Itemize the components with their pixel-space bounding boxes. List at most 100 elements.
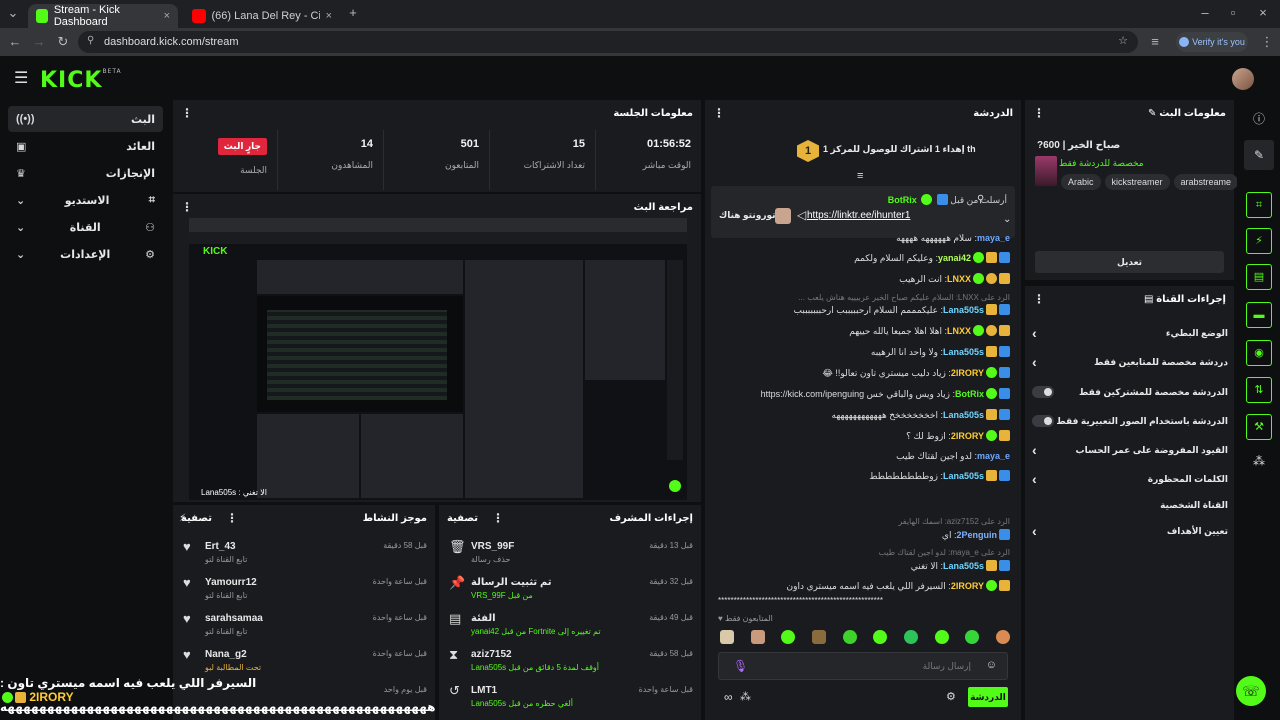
site-info-icon[interactable]: ⚲ <box>87 35 94 46</box>
bookmark-star-icon[interactable]: ☆ <box>1118 34 1128 47</box>
list-item[interactable]: 📌 تم تثبيت الرسالة من قبل VRS_99F قبل 32… <box>439 573 701 609</box>
more-options-icon[interactable]: ⋮ <box>492 511 504 525</box>
list-item[interactable]: ♥ sarahsamaa تابع القناة لتو قبل ساعة وا… <box>173 609 435 645</box>
chevron-down-icon[interactable]: ⌄ <box>1003 214 1011 225</box>
emote-icon[interactable] <box>934 630 949 644</box>
chat-message[interactable]: 2IRORY: زياد دليب ميستري تاون تعالو!! 😂 <box>718 367 1010 379</box>
emote-icon[interactable] <box>903 630 918 644</box>
more-options-icon[interactable]: ⋮ <box>226 511 238 525</box>
window-close-icon[interactable]: × <box>1254 4 1272 22</box>
pinned-link[interactable]: https://linktr.ee/ihunter1 <box>807 210 910 221</box>
more-options-icon[interactable]: ⋮ <box>713 106 725 120</box>
prediction-icon[interactable]: ⇅ <box>1246 377 1272 403</box>
chat-message[interactable]: LNXX: انت الرهيب <box>718 273 1010 285</box>
sidebar-item-achievements[interactable]: الإنجازات ♛ <box>8 160 163 186</box>
minimize-icon[interactable]: – <box>1196 4 1214 22</box>
chat-message[interactable]: Lana505s: الا تغني <box>718 560 1010 572</box>
more-options-icon[interactable]: ⋮ <box>181 200 193 214</box>
info-icon[interactable]: ⓘ <box>1250 110 1268 128</box>
sidebar-item-stream[interactable]: البث ((•)) <box>8 106 163 132</box>
chat-message[interactable]: Lana505s: عليكمممم السلام ارحبببببب ارحب… <box>718 304 1010 316</box>
broadcast-icon[interactable]: ◉ <box>1246 340 1272 366</box>
microphone-icon[interactable]: 🎙 <box>733 659 748 673</box>
collapse-icon[interactable]: ≡ <box>857 170 863 182</box>
category-thumbnail[interactable] <box>1035 156 1057 186</box>
infinity-icon[interactable]: ∞ <box>724 690 733 704</box>
list-item[interactable]: ↺ LMT1 ألغي حظره من قبل Lana505s قبل ساع… <box>439 681 701 717</box>
more-options-icon[interactable]: ⋮ <box>1033 106 1045 120</box>
browser-menu-icon[interactable]: ⋮ <box>1258 33 1276 51</box>
list-item[interactable]: 🗑 VRS_99F حذف رسالة قبل 13 دقيقة <box>439 537 701 573</box>
chat-bubble-icon[interactable]: ▬ <box>1246 302 1272 328</box>
list-item[interactable]: ♥ Yamourr12 تابع القناة لتو قبل ساعة واح… <box>173 573 435 609</box>
subscribers-only-action[interactable]: الدردشة مخصصة للمشتركين فقط <box>1032 381 1228 403</box>
restore-icon[interactable]: ▫ <box>1224 4 1242 22</box>
flash-icon[interactable]: ⚡ <box>1246 228 1272 254</box>
tab-kick-dashboard[interactable]: Stream - Kick Dashboard × <box>28 4 178 28</box>
chat-message[interactable]: maya_e: سلام ههههههه ههههه <box>718 233 1010 244</box>
subscribers-only-toggle[interactable] <box>1032 386 1054 398</box>
chat-message[interactable]: 2Penguin: اي <box>718 529 1010 541</box>
emotes-only-action[interactable]: الدردشة باستخدام الصور التعبيرية فقط <box>1032 410 1228 432</box>
slow-mode-action[interactable]: الوضع البطيء › <box>1032 322 1228 344</box>
stream-category[interactable]: مخصصة للدردشة فقط <box>1059 158 1144 169</box>
reload-icon[interactable]: ↻ <box>54 33 72 51</box>
support-chat-icon[interactable]: ☏ <box>1236 676 1266 706</box>
emote-icon[interactable] <box>842 630 857 644</box>
sidebar-item-channel[interactable]: ⚇ القناة ⌄ <box>8 214 163 240</box>
kick-logo[interactable]: KICKBETA <box>40 68 122 93</box>
emote-icon[interactable] <box>720 630 734 644</box>
apps-icon[interactable]: ⁂ <box>740 690 751 703</box>
pinned-message[interactable]: أرسلت من قبل BotRix https://linktr.ee/ih… <box>711 186 1015 238</box>
chat-input[interactable]: 🎙 إرسال رسالة ☺ <box>718 652 1008 680</box>
banned-words-action[interactable]: الكلمات المحظورة › <box>1032 468 1228 490</box>
user-avatar[interactable] <box>1232 68 1254 90</box>
emote-icon[interactable] <box>781 630 796 644</box>
apps-icon[interactable]: ⁂ <box>1250 454 1268 472</box>
stream-preview-video[interactable]: KICK Lana505s : الا تغني <box>189 218 687 500</box>
edit-stream-button[interactable]: تعديل <box>1035 251 1224 273</box>
more-options-icon[interactable]: ⋮ <box>181 106 193 120</box>
sidebar-item-studio[interactable]: ⌗ الاستديو ⌄ <box>8 187 163 213</box>
emote-icon[interactable] <box>873 630 888 644</box>
emote-icon[interactable] <box>965 630 980 644</box>
tab-youtube[interactable]: (66) Lana Del Rey - Cinnamon G × <box>184 4 340 28</box>
chat-message[interactable]: LNXX: اهلا اهلا جميعا يالله حييهم <box>718 325 1010 337</box>
chat-message[interactable]: yanai42: وعليكم السلام ولكمم <box>718 252 1010 264</box>
chat-message[interactable]: maya_e: لدو اجين لقتاك طيب <box>718 451 1010 462</box>
emotes-only-toggle[interactable] <box>1032 415 1054 427</box>
chat-message[interactable]: 2IRORY: ازوط لك ؟ <box>718 430 1010 442</box>
new-tab-icon[interactable]: + <box>344 4 362 22</box>
more-options-icon[interactable]: ⋮ <box>1033 292 1045 306</box>
forward-icon[interactable]: → <box>30 33 48 51</box>
sidebar-item-revenue[interactable]: العائد ▣ <box>8 133 163 159</box>
chat-message[interactable]: 2IRORY: السيرفر اللي يلعب فيه اسمه ميستر… <box>718 580 1010 592</box>
chat-message[interactable]: BotRix: زياد ويس والباقي خس https://kick… <box>718 388 1010 400</box>
poll-icon[interactable]: ▤ <box>1246 264 1272 290</box>
gear-icon[interactable]: ⚙ <box>946 690 956 703</box>
verify-button[interactable]: Verify it's you <box>1176 32 1248 52</box>
back-icon[interactable]: ← <box>6 33 24 51</box>
sidebar-item-settings[interactable]: ⚙ الإعدادات ⌄ <box>8 241 163 267</box>
pin-icon[interactable]: ⚲ <box>977 194 984 205</box>
filter-button[interactable]: تصفية <box>447 513 478 524</box>
hamburger-menu-icon[interactable]: ☰ <box>14 68 28 88</box>
followers-only-action[interactable]: دردشة مخصصة للمتابعين فقط › <box>1032 351 1228 373</box>
clip-icon[interactable]: ⌗ <box>1246 192 1272 218</box>
list-item[interactable]: ▤ الفئة تم تغييره إلى Fortnite من قبل ya… <box>439 609 701 645</box>
emote-icon[interactable] <box>750 630 765 644</box>
chat-message[interactable]: Lana505s: زوطططططططط <box>718 470 1010 482</box>
close-icon[interactable]: × <box>326 10 332 22</box>
account-age-action[interactable]: القيود المفروضة على عمر الحساب › <box>1032 439 1228 461</box>
close-icon[interactable]: × <box>164 10 170 22</box>
emoji-picker-icon[interactable]: ☺ <box>986 659 997 671</box>
edit-icon[interactable]: ✎ <box>1244 140 1274 170</box>
set-goals-action[interactable]: تعيين الأهداف › <box>1032 520 1228 542</box>
list-item[interactable]: ♥ Ert_43 تابع القناة لتو قبل 58 دقيقة <box>173 537 435 573</box>
wrench-icon[interactable]: ⚒ <box>1246 414 1272 440</box>
chat-message[interactable]: Lana505s: اخخخخخخخخ ههههههههههههه <box>718 409 1010 421</box>
extensions-icon[interactable]: ≡ <box>1146 33 1164 51</box>
list-item[interactable]: ⧗ aziz7152 أوقف لمدة 5 دقائق من قبل Lana… <box>439 645 701 681</box>
emote-icon[interactable] <box>995 630 1010 644</box>
chat-message[interactable]: Lana505s: ولا واحد انا الرهيبه <box>718 346 1010 358</box>
